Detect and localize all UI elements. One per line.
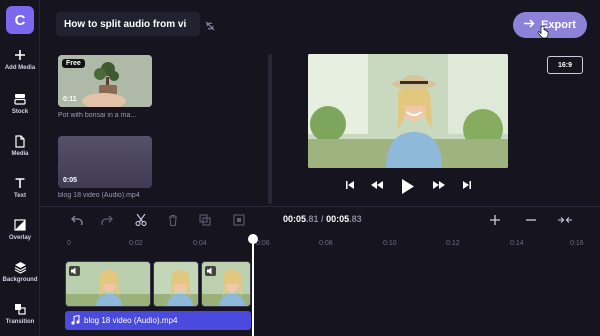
sidebar-item-text[interactable]: Text [0, 176, 40, 212]
audio-clip[interactable]: blog 18 video (Audio).mp4 [65, 311, 251, 330]
redo-icon[interactable] [100, 213, 114, 227]
sidebar-item-overlay[interactable]: Overlay [0, 218, 40, 254]
sidebar-item-label: Stock [11, 109, 29, 115]
library-item-title: blog 18 video (Audio).mp4 [58, 192, 140, 199]
duration-label: 0:11 [63, 96, 77, 103]
fast-forward-icon[interactable] [432, 180, 446, 190]
sidebar-item-stock[interactable]: Stock [0, 92, 40, 128]
timeline-ruler[interactable]: 0 0:02 0:04 0:06 0:08 0:10 0:12 0:14 0:1… [40, 236, 600, 256]
total-time: 00:05 [326, 214, 350, 224]
ruler-tick: 0:02 [129, 240, 143, 247]
sidebar-item-add-media[interactable]: Add Media [0, 48, 40, 84]
text-icon [13, 176, 27, 190]
plus-icon [13, 48, 27, 62]
transition-icon [13, 302, 27, 316]
library-item-title: Pot with bonsai in a ma... [58, 112, 137, 119]
music-note-icon [71, 314, 80, 327]
audio-clip-label: blog 18 video (Audio).mp4 [84, 316, 178, 325]
timecode: 00:05.81 / 00:05.83 [283, 214, 362, 224]
sidebar-item-background[interactable]: Background [0, 260, 40, 296]
sidebar-item-label: Transition [5, 319, 35, 325]
ruler-tick: 0 [67, 240, 71, 247]
sidebar-item-media[interactable]: Media [0, 134, 40, 170]
rewind-icon[interactable] [370, 180, 384, 190]
sidebar-item-label: Media [11, 151, 29, 157]
export-button[interactable]: Export [513, 12, 587, 38]
arrow-right-icon [524, 19, 535, 31]
video-clip[interactable] [65, 261, 151, 307]
media-icon [13, 134, 27, 148]
clip-thumbnail [154, 262, 198, 306]
sidebar-item-transition[interactable]: Transition [0, 302, 40, 336]
sync-off-icon [205, 18, 215, 31]
video-clip[interactable] [201, 261, 251, 307]
ruler-tick: 0:06 [256, 240, 270, 247]
overlay-icon [13, 218, 27, 232]
ruler-tick: 0:12 [446, 240, 460, 247]
project-title-field[interactable]: How to split audio from vi [56, 12, 200, 36]
library-scrollbar[interactable] [268, 54, 272, 204]
sidebar-item-label: Background [2, 277, 38, 283]
ruler-tick: 0:10 [383, 240, 397, 247]
sidebar: C Add Media Stock Media Text Overlay Bac… [0, 0, 40, 336]
sidebar-item-label: Text [14, 193, 26, 199]
video-clip[interactable] [153, 261, 199, 307]
time-separator: / [318, 214, 327, 224]
playhead-handle[interactable] [248, 234, 258, 244]
free-badge: Free [62, 59, 85, 68]
duration-label: 0:05 [63, 177, 78, 184]
play-icon[interactable] [400, 178, 416, 194]
fit-timeline-icon[interactable] [558, 213, 572, 227]
undo-icon[interactable] [70, 213, 84, 227]
group-icon[interactable] [232, 213, 246, 227]
delete-icon[interactable] [166, 213, 180, 227]
preview-frame [308, 54, 508, 168]
clip-thumbnail [202, 262, 250, 306]
ruler-tick: 0:14 [510, 240, 524, 247]
background-icon [13, 260, 27, 274]
hand-cursor-icon [537, 25, 549, 39]
sidebar-item-label: Add Media [4, 65, 36, 71]
clip-thumbnail [66, 262, 150, 306]
ruler-tick: 0:16 [570, 240, 584, 247]
library-item[interactable]: 0:05 [58, 136, 152, 188]
stock-icon [13, 92, 27, 106]
current-time: 00:05 [283, 214, 307, 224]
ruler-tick: 0:04 [193, 240, 207, 247]
scissors-icon[interactable] [134, 213, 148, 227]
current-time-frac: .81 [306, 214, 319, 224]
playhead-line [252, 242, 254, 336]
zoom-out-icon[interactable] [524, 213, 538, 227]
ruler-tick: 0:08 [319, 240, 333, 247]
video-preview[interactable] [308, 54, 508, 168]
duplicate-icon[interactable] [198, 213, 212, 227]
aspect-ratio-button[interactable]: 16:9 [547, 56, 583, 74]
total-time-frac: .83 [349, 214, 362, 224]
library-item[interactable]: Free 0:11 [58, 55, 152, 107]
app-logo[interactable]: C [6, 6, 34, 34]
project-title: How to split audio from vi [64, 18, 187, 30]
sidebar-item-label: Overlay [8, 235, 32, 241]
zoom-in-icon[interactable] [488, 213, 502, 227]
skip-to-start-icon[interactable] [345, 180, 355, 190]
skip-to-end-icon[interactable] [462, 180, 472, 190]
